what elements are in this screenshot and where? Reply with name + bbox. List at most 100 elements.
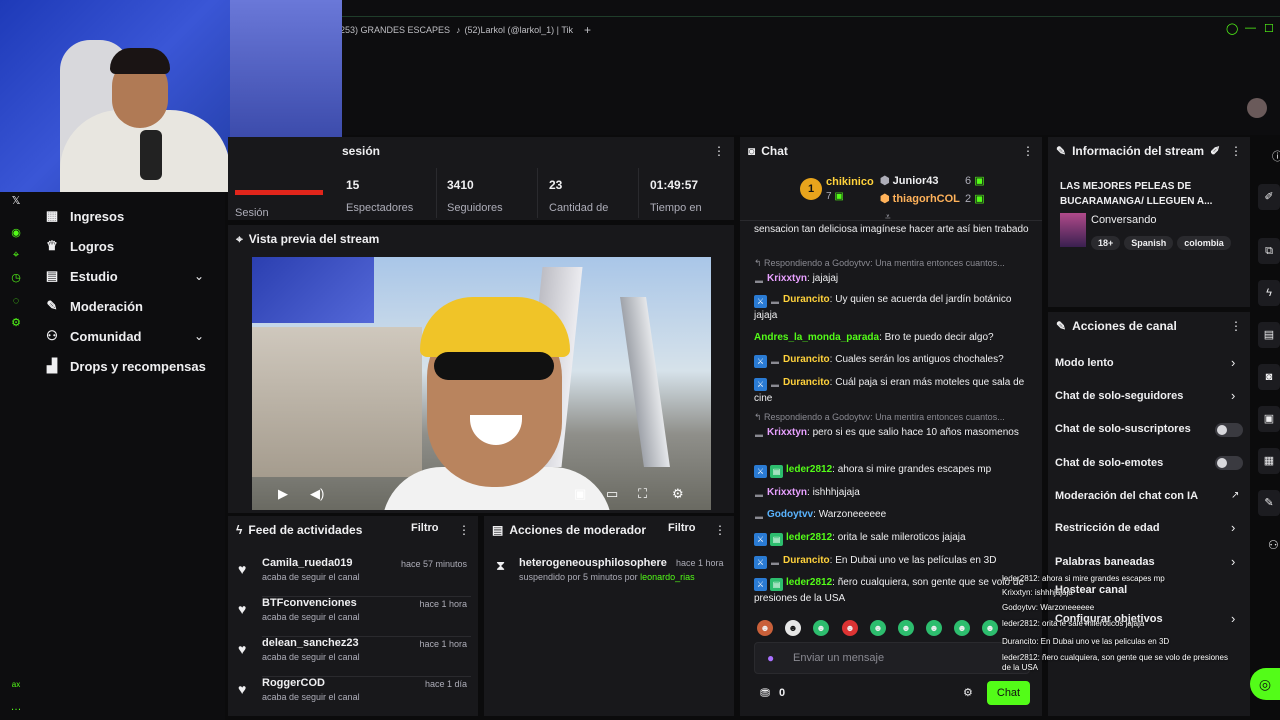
feed-row: ♥ BTFconvenciones acaba de seguir el canal…	[236, 595, 471, 637]
gear-icon[interactable]: ⚙	[963, 686, 973, 699]
preview-title: Vista previa del stream	[248, 232, 380, 246]
chevron-right-icon[interactable]: ›	[1231, 388, 1235, 403]
users-icon[interactable]: ⚇	[1268, 538, 1279, 552]
wrench-icon[interactable]: ✎	[1258, 490, 1280, 516]
tag[interactable]: 18+	[1091, 236, 1121, 250]
chevron-right-icon[interactable]: ›	[1231, 611, 1235, 626]
leader-first-name[interactable]: chikinico	[826, 176, 874, 188]
chat-message: ⚔ ▬ Durancito: Cuales serán los antiguos c…	[754, 352, 1032, 368]
chat-send-button[interactable]: Chat	[987, 681, 1030, 705]
theater-icon[interactable]: ▭	[606, 486, 618, 502]
emote-icon[interactable]: ☻	[898, 620, 914, 636]
more-icon[interactable]: …	[9, 700, 23, 714]
chat-icon[interactable]: ◌	[9, 294, 23, 308]
link-icon[interactable]: ⧉	[1258, 238, 1280, 264]
gift-icon: ▣	[834, 191, 844, 202]
user-badge-icon: ▬	[771, 380, 779, 389]
nav-comunidad[interactable]: ⚇ Comunidad	[44, 325, 141, 347]
feed-filter-button[interactable]: Filtro	[411, 522, 439, 534]
volume-icon[interactable]: ◀)	[310, 486, 324, 502]
avatar[interactable]	[1247, 98, 1267, 118]
mod-badge-icon: ⚔	[754, 465, 767, 478]
chat-message: ▬ Krixxtyn: ishhhjajaja	[755, 487, 860, 499]
alert-icon[interactable]: ▣	[1258, 406, 1280, 432]
video-icon[interactable]: ▦	[1258, 448, 1280, 474]
action-slow-mode[interactable]: Modo lento	[1055, 357, 1114, 369]
emote-icon[interactable]: ☻	[926, 620, 942, 636]
chevron-right-icon[interactable]: ›	[1231, 355, 1235, 370]
mod-action-user[interactable]: heterogeneousphilosophere	[519, 557, 667, 569]
emote-icon[interactable]: ☻	[982, 620, 998, 636]
emote-icon[interactable]: ☻	[954, 620, 970, 636]
nav-estudio[interactable]: ▤ Estudio	[44, 265, 118, 287]
minimize-icon[interactable]: —	[1245, 22, 1256, 34]
action-subscribers-only[interactable]: Chat de solo-suscriptores	[1055, 423, 1191, 435]
more-icon[interactable]: ⋮	[1230, 144, 1242, 158]
edit-icon[interactable]: ✐	[1258, 184, 1280, 210]
overlay-chat-line: leder2812: orita le sale mileroticos jaj…	[1002, 619, 1145, 628]
search-icon[interactable]: ◯	[1226, 22, 1238, 35]
action-emotes-only[interactable]: Chat de solo-emotes	[1055, 457, 1163, 469]
bolt-icon[interactable]: ϟ	[1258, 280, 1280, 306]
leader-second[interactable]: ⬢ Junior43	[880, 174, 939, 187]
stream-preview-video[interactable]: ▶ ◀) ▣ ▭ ⛶ ⚙	[252, 257, 711, 510]
nav-logros[interactable]: ♛ Logros	[44, 235, 114, 257]
settings-icon[interactable]: ⚙	[672, 486, 684, 502]
chat-input-box[interactable]: ● Enviar un mensaje	[754, 642, 1030, 674]
pin-icon[interactable]: ⌖	[9, 248, 23, 262]
external-link-icon[interactable]: ↗	[1231, 490, 1239, 501]
emotes-only-toggle[interactable]	[1215, 456, 1243, 470]
more-icon[interactable]: ⋮	[1230, 319, 1242, 333]
clock-icon[interactable]: ◷	[9, 271, 23, 285]
more-icon[interactable]: ⋮	[458, 523, 470, 537]
mic-icon[interactable]: ●	[767, 651, 774, 665]
points-icon[interactable]: ⛃	[760, 686, 770, 700]
edit-icon[interactable]: ✐	[1210, 144, 1220, 158]
mod-action-text: suspendido por 5 minutos por leonardo_ri…	[519, 572, 695, 582]
chevron-right-icon[interactable]: ›	[1231, 554, 1235, 569]
chevron-right-icon[interactable]: ›	[1231, 520, 1235, 535]
more-icon[interactable]: ⋮	[1022, 144, 1034, 158]
maximize-icon[interactable]: ☐	[1264, 22, 1274, 35]
pip-icon[interactable]: ▣	[574, 486, 586, 502]
subscribers-only-toggle[interactable]	[1215, 423, 1243, 437]
fullscreen-icon[interactable]: ⛶	[638, 486, 647, 502]
gear-icon[interactable]: ⚙	[9, 316, 23, 330]
chat-input-placeholder[interactable]: Enviar un mensaje	[793, 652, 884, 664]
info-title: Información del stream	[1072, 144, 1205, 158]
x-icon[interactable]: 𝕏	[9, 194, 23, 208]
leader-third[interactable]: ⬢ thiagorhCOL	[880, 192, 960, 205]
list-icon[interactable]: ▤	[1258, 322, 1280, 348]
heart-icon: ♥	[238, 681, 247, 697]
emote-icon[interactable]: ☻	[813, 620, 829, 636]
emote-icon[interactable]: ☻	[785, 620, 801, 636]
home-icon[interactable]: ◉	[9, 226, 23, 240]
nav-moderacion[interactable]: ✎ Moderación	[44, 295, 143, 317]
emote-icon[interactable]: ☻	[757, 620, 773, 636]
info-icon[interactable]: ⓘ	[1272, 148, 1280, 164]
play-icon[interactable]: ▶	[278, 486, 288, 502]
channel-title: Acciones de canal	[1072, 319, 1177, 333]
nav-ingresos[interactable]: ▦ Ingresos	[44, 205, 124, 227]
action-banned-words[interactable]: Palabras baneadas	[1055, 556, 1155, 568]
chevron-down-icon[interactable]: ⌄	[194, 269, 204, 283]
tag[interactable]: colombia	[1177, 236, 1231, 250]
browser-tab[interactable]: 253) GRANDES ESCAPES	[340, 22, 450, 38]
support-button[interactable]: ◎	[1250, 668, 1280, 700]
emote-icon[interactable]: ☻	[870, 620, 886, 636]
leader-second-count: 6 ▣	[965, 175, 985, 187]
nav-drops[interactable]: ▟ Drops y recompensas	[44, 355, 206, 377]
chevron-down-icon[interactable]: ⌄	[194, 329, 204, 343]
action-followers-only[interactable]: Chat de solo-seguidores	[1055, 390, 1183, 402]
mod-filter-button[interactable]: Filtro	[668, 522, 696, 534]
chat-icon[interactable]: ◙	[1258, 364, 1280, 390]
emote-icon[interactable]: ☻	[842, 620, 858, 636]
browser-tab[interactable]: ♪ (52)Larkol (@larkol_1) | Tik	[456, 22, 573, 38]
action-ai-moderation[interactable]: Moderación del chat con IA	[1055, 490, 1198, 502]
tag[interactable]: Spanish	[1124, 236, 1174, 250]
action-age-restriction[interactable]: Restricción de edad	[1055, 522, 1160, 534]
more-icon[interactable]: ⋮	[713, 144, 725, 158]
more-icon[interactable]: ⋮	[714, 523, 726, 537]
new-tab-button[interactable]: +	[584, 22, 591, 38]
category-name[interactable]: Conversando	[1091, 214, 1156, 226]
